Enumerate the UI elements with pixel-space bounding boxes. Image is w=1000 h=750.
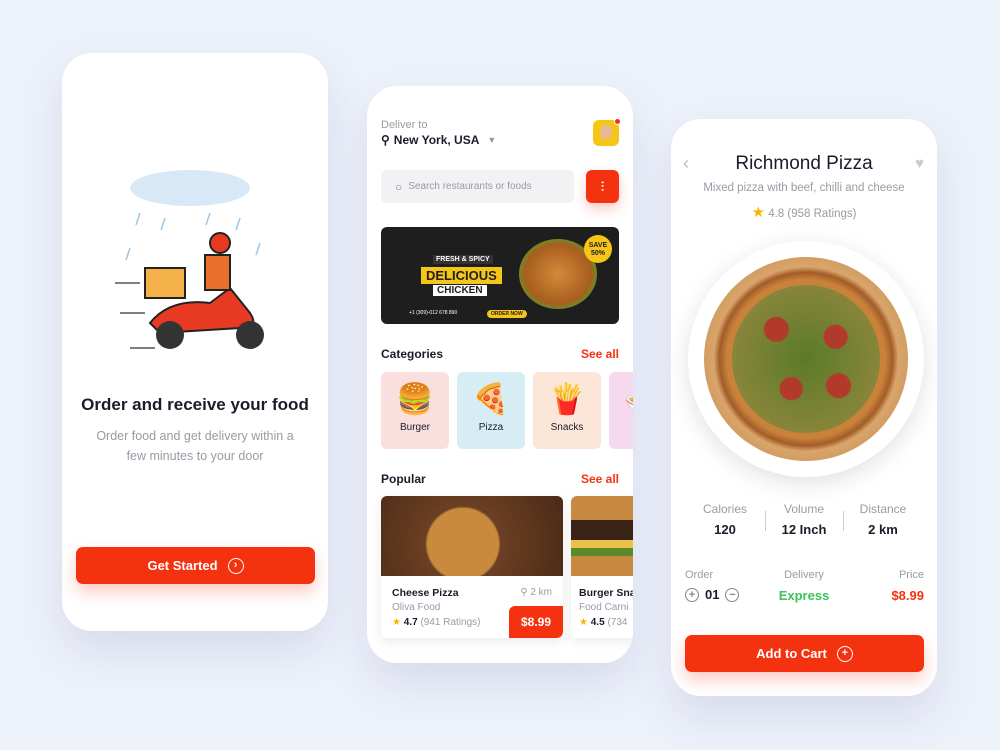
banner-sub: CHICKEN [433,285,487,296]
r-icon: 🍜 [609,382,633,422]
rating-count: (734 [607,617,628,628]
stat-label: Calories [702,502,747,516]
banner-badge: SAVE 50% [584,235,612,263]
pizza-icon: 🍕 [472,383,510,416]
product-rating: ★ 4.8 (958 Ratings) [671,203,937,221]
stat-distance: Distance 2 km [848,502,918,537]
distance: ⚲ 2 km [520,587,552,598]
rating: ★ 4.5 (734 [579,617,627,628]
plus-circle-icon: + [836,645,853,662]
stat-label: Volume [783,502,825,516]
popular-card-cheese-pizza[interactable]: Cheese Pizza ⚲ 2 km Oliva Food ★ 4.7 (94… [381,496,563,638]
snacks-icon: 🍟 [548,383,586,416]
add-to-cart-button[interactable]: Add to Cart + [685,635,924,672]
rating-value: 4.8 [768,208,785,220]
stat-value: 2 km [868,522,898,537]
rating-count: (941 Ratings) [420,617,481,628]
banner-tag: FRESH & SPICY [433,255,493,264]
rating-count: (958 Ratings) [787,208,857,220]
notification-dot [614,118,621,125]
filter-sliders-icon: ⫶ [600,178,605,194]
home-screen: Deliver to ⚲ New York, USA ▼ ○ Search re… [367,86,633,663]
get-started-button[interactable]: Get Started › [76,547,315,584]
stat-value: 12 Inch [781,522,827,537]
banner-cta: ORDER NOW [487,310,527,318]
category-label: Pizza [478,422,504,433]
onboarding-title: Order and receive your food [81,395,309,414]
category-burger[interactable]: 🍔 Burger [381,372,449,449]
burger-icon: 🍔 [396,383,434,416]
product-subtitle: Mixed pizza with beef, chilli and cheese [703,182,905,194]
divider [765,511,766,531]
pizza-image [704,257,908,461]
price-value: $8.99 [891,588,924,603]
onboarding-subtitle: Order food and get delivery within a few… [96,429,294,463]
detail-screen: ‹ ♥ Richmond Pizza Mixed pizza with beef… [671,119,937,696]
deliver-to-label: Deliver to [381,119,428,131]
cheese-pizza-image [381,496,563,576]
location-text: New York, USA [393,133,480,147]
shop-name: Oliva Food [392,602,441,613]
banner-headline: DELICIOUS [421,267,502,284]
rating-value: 4.7 [403,617,418,628]
chevron-right-icon: › [227,557,244,574]
stat-calories: Calories 120 [690,502,760,537]
popular-see-all-link[interactable]: See all [581,472,619,486]
delivery-scooter-illustration [115,170,264,349]
plate [688,241,924,477]
rating-value: 4.5 [590,617,605,628]
stat-value: 120 [714,522,736,537]
star-icon: ★ [392,617,401,628]
price-label: Price [898,569,924,581]
category-snacks[interactable]: 🍟 Snacks [533,372,601,449]
category-r[interactable]: 🍜R [609,372,633,449]
shop-name: Food Carni [579,602,629,613]
food-name: Cheese Pizza [392,587,459,599]
delivery-label: Delivery [784,569,824,581]
divider [843,511,844,531]
popular-title: Popular [381,472,426,486]
category-label: Burger [399,422,430,433]
categories-see-all-link[interactable]: See all [581,347,619,361]
price-button[interactable]: $8.99 [509,606,563,638]
location-selector[interactable]: ⚲ New York, USA ▼ [381,133,496,147]
onboarding-screen: Order and receive your food Order food a… [62,53,328,631]
food-name: Burger Sna [579,587,633,599]
categories-title: Categories [381,347,444,361]
promo-banner[interactable]: FRESH & SPICY DELICIOUS CHICKEN +1 (309)… [381,227,619,324]
star-icon: ★ [579,617,588,628]
star-icon: ★ [751,204,765,221]
category-pizza[interactable]: 🍕 Pizza [457,372,525,449]
search-input[interactable]: ○ Search restaurants or foods [381,170,574,203]
banner-phone: +1 (309)-012 678 890 [409,310,458,316]
stat-label: Distance [859,502,907,516]
rating: ★ 4.7 (941 Ratings) [392,617,480,628]
search-icon: ○ [395,179,403,194]
caret-down-icon: ▼ [487,135,497,145]
product-title: Richmond Pizza [735,153,873,174]
avatar[interactable] [593,118,621,146]
distance-value: 2 km [530,587,552,598]
search-placeholder: Search restaurants or foods [408,181,532,192]
stat-volume: Volume 12 Inch [769,502,839,537]
burger-image [571,496,633,576]
get-started-label: Get Started [147,558,218,573]
add-to-cart-label: Add to Cart [756,646,827,661]
location-pin-icon: ⚲ [381,133,390,147]
category-label: Snacks [550,422,584,433]
filter-button[interactable]: ⫶ [586,170,619,203]
popular-card-burger[interactable]: Burger Sna Food Carni ★ 4.5 (734 [571,496,633,638]
